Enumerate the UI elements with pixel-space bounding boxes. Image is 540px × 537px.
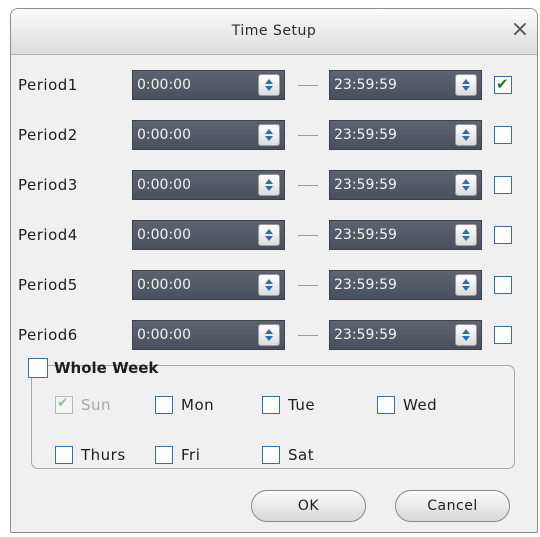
spin-up-down-icon[interactable] xyxy=(258,124,280,146)
period-2-start-time-input[interactable]: 0:00:00 xyxy=(132,120,285,150)
period-2-end-time-input[interactable]: 23:59:59 xyxy=(329,120,482,150)
start-time-value: 0:00:00 xyxy=(137,177,191,193)
range-separator xyxy=(298,85,318,86)
spin-up-down-icon[interactable] xyxy=(258,174,280,196)
period-1-start-time-input[interactable]: 0:00:00 xyxy=(132,70,285,100)
ok-button[interactable]: OK xyxy=(251,490,366,522)
spin-up-down-icon[interactable] xyxy=(258,274,280,296)
start-time-value: 0:00:00 xyxy=(137,127,191,143)
end-time-value: 23:59:59 xyxy=(334,77,397,93)
start-time-value: 0:00:00 xyxy=(137,227,191,243)
end-time-value: 23:59:59 xyxy=(334,277,397,293)
period-4-start-time-input[interactable]: 0:00:00 xyxy=(132,220,285,250)
spin-up-down-icon[interactable] xyxy=(258,74,280,96)
period-label: Period2 xyxy=(18,126,78,144)
period-label: Period3 xyxy=(18,176,78,194)
range-separator xyxy=(298,285,318,286)
day-label: Fri xyxy=(181,446,201,464)
period-2-checkbox[interactable] xyxy=(494,126,512,144)
day-label: Thurs xyxy=(81,446,126,464)
whole-week-option[interactable]: Whole Week xyxy=(28,358,158,378)
spin-up-down-icon[interactable] xyxy=(258,224,280,246)
time-setup-dialog: Time Setup × Period1 0:00:00 23:59:59 ✔ … xyxy=(10,8,538,533)
period-3-end-time-input[interactable]: 23:59:59 xyxy=(329,170,482,200)
period-4-end-time-input[interactable]: 23:59:59 xyxy=(329,220,482,250)
period-6-checkbox[interactable] xyxy=(494,326,512,344)
day-label: Wed xyxy=(403,396,438,414)
close-icon[interactable]: × xyxy=(509,17,531,43)
check-icon: ✔ xyxy=(496,75,509,93)
end-time-value: 23:59:59 xyxy=(334,127,397,143)
whole-week-label: Whole Week xyxy=(54,359,159,377)
period-6-end-time-input[interactable]: 23:59:59 xyxy=(329,320,482,350)
period-row-4: Period4 0:00:00 23:59:59 xyxy=(11,220,537,250)
cancel-button[interactable]: Cancel xyxy=(395,490,510,522)
day-wed-checkbox[interactable] xyxy=(377,396,395,414)
period-5-start-time-input[interactable]: 0:00:00 xyxy=(132,270,285,300)
day-thurs-checkbox[interactable] xyxy=(55,446,73,464)
title-bar: Time Setup × xyxy=(11,9,537,55)
day-label: Mon xyxy=(181,396,215,414)
range-separator xyxy=(298,185,318,186)
dialog-title: Time Setup xyxy=(231,23,317,39)
end-time-value: 23:59:59 xyxy=(334,327,397,343)
range-separator xyxy=(298,235,318,236)
period-label: Period4 xyxy=(18,226,78,244)
period-1-checkbox[interactable]: ✔ xyxy=(494,75,512,94)
spin-up-down-icon[interactable] xyxy=(455,124,477,146)
period-6-start-time-input[interactable]: 0:00:00 xyxy=(132,320,285,350)
period-label: Period1 xyxy=(18,76,78,94)
end-time-value: 23:59:59 xyxy=(334,177,397,193)
period-row-3: Period3 0:00:00 23:59:59 xyxy=(11,170,537,200)
day-tue-checkbox[interactable] xyxy=(262,396,280,414)
check-icon: ✔ xyxy=(57,395,69,411)
start-time-value: 0:00:00 xyxy=(137,327,191,343)
period-1-end-time-input[interactable]: 23:59:59 xyxy=(329,70,482,100)
spin-up-down-icon[interactable] xyxy=(455,274,477,296)
period-row-2: Period2 0:00:00 23:59:59 xyxy=(11,120,537,150)
day-sun-checkbox[interactable]: ✔ xyxy=(55,395,73,414)
spin-up-down-icon[interactable] xyxy=(258,324,280,346)
day-mon-checkbox[interactable] xyxy=(155,396,173,414)
period-3-checkbox[interactable] xyxy=(494,176,512,194)
period-row-1: Period1 0:00:00 23:59:59 ✔ xyxy=(11,70,537,100)
day-label: Sun xyxy=(81,396,112,414)
day-sat-checkbox[interactable] xyxy=(262,446,280,464)
whole-week-checkbox[interactable] xyxy=(28,358,48,378)
spin-up-down-icon[interactable] xyxy=(455,174,477,196)
spin-up-down-icon[interactable] xyxy=(455,324,477,346)
period-3-start-time-input[interactable]: 0:00:00 xyxy=(132,170,285,200)
start-time-value: 0:00:00 xyxy=(137,77,191,93)
period-4-checkbox[interactable] xyxy=(494,226,512,244)
start-time-value: 0:00:00 xyxy=(137,277,191,293)
day-label: Sat xyxy=(288,446,315,464)
spin-up-down-icon[interactable] xyxy=(455,224,477,246)
range-separator xyxy=(298,335,318,336)
period-row-6: Period6 0:00:00 23:59:59 xyxy=(11,320,537,350)
day-label: Tue xyxy=(288,396,316,414)
period-5-end-time-input[interactable]: 23:59:59 xyxy=(329,270,482,300)
period-label: Period5 xyxy=(18,276,78,294)
day-fri-checkbox[interactable] xyxy=(155,446,173,464)
spin-up-down-icon[interactable] xyxy=(455,74,477,96)
range-separator xyxy=(298,135,318,136)
end-time-value: 23:59:59 xyxy=(334,227,397,243)
period-label: Period6 xyxy=(18,326,78,344)
period-5-checkbox[interactable] xyxy=(494,276,512,294)
period-row-5: Period5 0:00:00 23:59:59 xyxy=(11,270,537,300)
